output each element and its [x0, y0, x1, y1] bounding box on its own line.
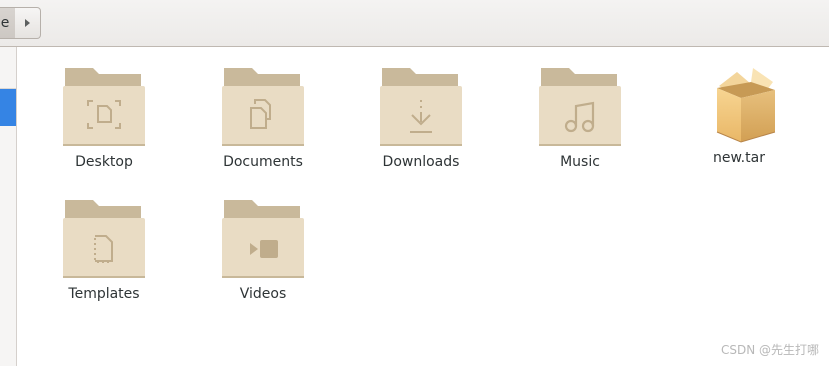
folder-desktop-icon [62, 62, 146, 146]
file-label: Music [560, 154, 600, 170]
folder-music-icon [538, 62, 622, 146]
header-bar: e [0, 0, 829, 47]
file-label: Downloads [382, 154, 460, 170]
file-item-templates[interactable]: Templates [44, 194, 164, 302]
folder-templates-icon [62, 194, 146, 278]
folder-downloads-icon [379, 62, 463, 146]
path-home-label: e [0, 15, 10, 31]
sidebar [0, 47, 17, 366]
archive-box-icon [697, 58, 781, 146]
folder-videos-icon [221, 194, 305, 278]
file-item-documents[interactable]: Documents [203, 62, 323, 170]
file-item-videos[interactable]: Videos [203, 194, 323, 302]
file-item-downloads[interactable]: Downloads [361, 62, 481, 170]
file-label: new.tar [713, 150, 765, 166]
file-label: Videos [239, 286, 287, 302]
sidebar-item-selected[interactable] [0, 89, 16, 126]
file-item-desktop[interactable]: Desktop [44, 62, 164, 170]
watermark-text: CSDN @先生打哪 [720, 343, 819, 357]
folder-documents-icon [221, 62, 305, 146]
chevron-right-icon [25, 19, 30, 27]
file-label: Desktop [75, 154, 133, 170]
file-label: Documents [223, 154, 303, 170]
file-item-new-tar[interactable]: new.tar [679, 58, 799, 166]
file-manager-window: e Desktop Documents Downloads Music new.… [0, 0, 829, 366]
path-home-button[interactable]: e [0, 7, 16, 39]
file-item-music[interactable]: Music [520, 62, 640, 170]
file-label: Templates [68, 286, 140, 302]
path-forward-button[interactable] [15, 7, 41, 39]
